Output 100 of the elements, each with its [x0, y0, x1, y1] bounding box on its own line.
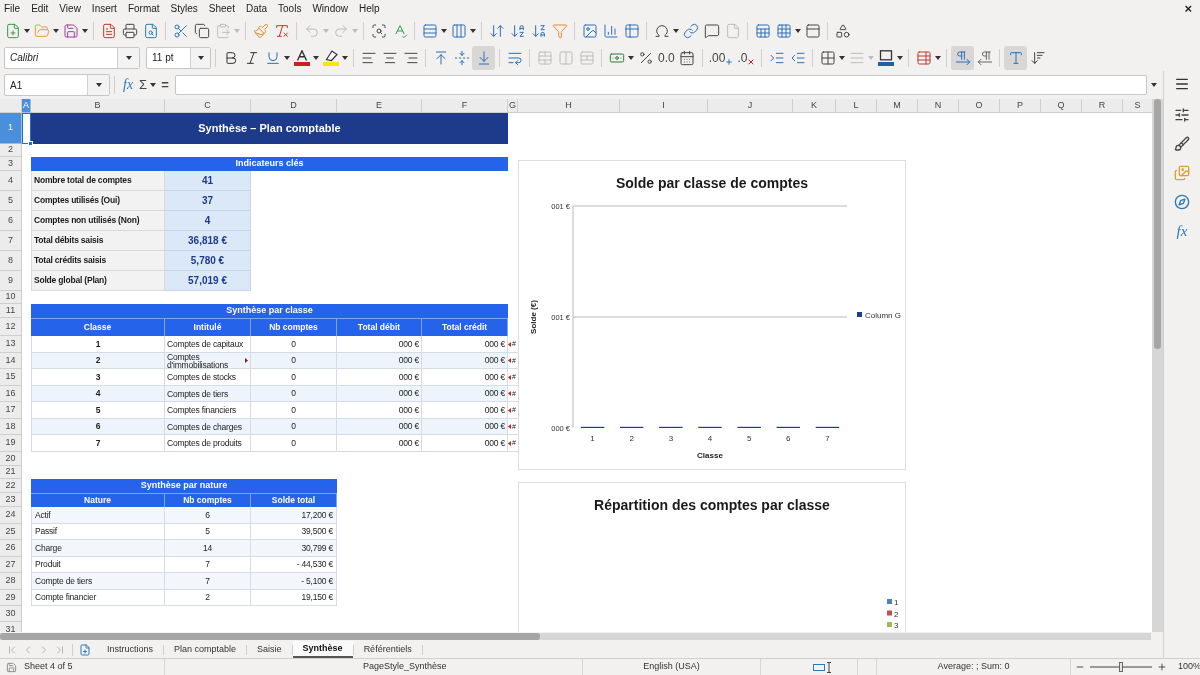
column-header[interactable]: S: [1123, 99, 1152, 113]
copy-icon[interactable]: [193, 22, 210, 39]
font-name-box[interactable]: Calibri: [4, 46, 140, 69]
font-color-icon[interactable]: [293, 49, 310, 66]
scrollbar-thumb[interactable]: [1154, 99, 1161, 349]
column-header[interactable]: H: [518, 99, 620, 113]
pilcrow-right-button[interactable]: [951, 45, 975, 70]
row-header[interactable]: 22: [0, 479, 22, 493]
column-header[interactable]: M: [877, 99, 918, 113]
row-header[interactable]: 9: [0, 271, 22, 291]
row-header[interactable]: 7: [0, 231, 22, 251]
document-icon[interactable]: [100, 22, 117, 39]
document-search-icon[interactable]: [142, 22, 159, 39]
caret-icon[interactable]: [897, 55, 904, 60]
save-icon[interactable]: [62, 22, 79, 39]
row-header[interactable]: 20: [0, 452, 22, 466]
sort-icon[interactable]: [488, 22, 505, 39]
sliders-icon[interactable]: [1174, 107, 1190, 123]
horizontal-scrollbar[interactable]: [0, 633, 1151, 640]
pilcrow-left-icon[interactable]: [976, 49, 993, 66]
column-header[interactable]: D: [251, 99, 337, 113]
sort-descending-icon[interactable]: [530, 22, 547, 39]
highlighter-icon[interactable]: [322, 49, 339, 66]
row-header[interactable]: 6: [0, 211, 22, 231]
caret-icon[interactable]: [795, 28, 801, 33]
selection-mode-icon[interactable]: [813, 661, 833, 673]
image-icon[interactable]: [581, 22, 598, 39]
column-header[interactable]: E: [337, 99, 422, 113]
caret-icon[interactable]: [125, 55, 132, 60]
caret-icon[interactable]: [197, 55, 204, 60]
paintbrush-icon[interactable]: [252, 22, 269, 39]
name-box[interactable]: A1: [4, 74, 110, 96]
sheet-tab[interactable]: Saisie: [247, 641, 292, 658]
column-header[interactable]: O: [959, 99, 1000, 113]
percent-icon[interactable]: [637, 49, 654, 66]
row-header[interactable]: 2: [0, 144, 22, 157]
border-color-icon[interactable]: [877, 49, 894, 66]
caret-icon[interactable]: [441, 28, 447, 33]
column-header[interactable]: C: [165, 99, 251, 113]
speech-bubble-icon[interactable]: [703, 22, 720, 39]
zoom-in-icon[interactable]: [1157, 662, 1167, 672]
formula-button[interactable]: =: [157, 77, 173, 93]
images-icon[interactable]: [1174, 165, 1190, 181]
menu-item[interactable]: Edit: [31, 2, 49, 15]
caret-icon[interactable]: [1151, 83, 1157, 87]
panel-icon[interactable]: [804, 22, 821, 39]
row-header[interactable]: 15: [0, 369, 22, 386]
brush-icon[interactable]: [1174, 136, 1190, 152]
row-header[interactable]: 8: [0, 251, 22, 271]
row-header[interactable]: 13: [0, 336, 22, 353]
table-icon[interactable]: [623, 22, 640, 39]
function-wizard-button[interactable]: fx: [119, 77, 138, 93]
row-header[interactable]: 23: [0, 493, 22, 507]
column-header[interactable]: R: [1082, 99, 1123, 113]
column-header[interactable]: I: [620, 99, 708, 113]
caret-icon[interactable]: [342, 55, 348, 60]
zoom-slider-thumb[interactable]: [1119, 662, 1123, 672]
row-header[interactable]: 26: [0, 540, 22, 557]
caret-icon[interactable]: [53, 28, 59, 33]
caret-icon[interactable]: [628, 55, 634, 60]
row-header[interactable]: 21: [0, 466, 22, 479]
caret-icon[interactable]: [95, 83, 102, 87]
caret-icon[interactable]: [839, 55, 846, 60]
column-header[interactable]: Q: [1041, 99, 1082, 113]
menu-item[interactable]: Help: [359, 2, 380, 15]
row-header[interactable]: 17: [0, 402, 22, 419]
row-header[interactable]: 16: [0, 386, 22, 402]
bar-chart-icon[interactable]: [602, 22, 619, 39]
sum-button[interactable]: Σ: [137, 77, 150, 93]
column-header[interactable]: F: [422, 99, 508, 113]
number-format-button[interactable]: 0.0: [656, 45, 677, 70]
sheet-tab[interactable]: Instructions: [97, 641, 164, 658]
scrollbar-thumb[interactable]: [0, 633, 540, 640]
row-header[interactable]: 5: [0, 191, 22, 211]
caret-icon[interactable]: [673, 28, 679, 33]
spreadsheet-icon[interactable]: [754, 22, 771, 39]
menu-item[interactable]: Data: [245, 2, 268, 15]
clear-formatting-icon[interactable]: [273, 22, 290, 39]
calendar-icon[interactable]: [679, 49, 696, 66]
menu-icon[interactable]: [1174, 76, 1190, 92]
column-header[interactable]: B: [31, 99, 165, 113]
sort-ascending-icon[interactable]: [509, 22, 526, 39]
column-header[interactable]: J: [708, 99, 793, 113]
column-header[interactable]: L: [836, 99, 877, 113]
row-header[interactable]: 29: [0, 590, 22, 606]
row-header[interactable]: 18: [0, 419, 22, 435]
row-header[interactable]: 4: [0, 171, 22, 191]
row-header[interactable]: 14: [0, 353, 22, 369]
caret-icon[interactable]: [150, 83, 157, 87]
row-header[interactable]: 11: [0, 304, 22, 318]
column-header[interactable]: P: [1000, 99, 1041, 113]
menu-item[interactable]: Sheet: [208, 2, 235, 15]
caret-icon[interactable]: [935, 55, 942, 60]
row-header[interactable]: 27: [0, 557, 22, 573]
caret-icon[interactable]: [284, 55, 290, 60]
menu-item[interactable]: File: [4, 2, 21, 15]
sheet-tab[interactable]: Synthèse: [292, 641, 353, 658]
printer-icon[interactable]: [121, 22, 138, 39]
row-header[interactable]: 28: [0, 573, 22, 590]
caret-icon[interactable]: [313, 55, 319, 60]
